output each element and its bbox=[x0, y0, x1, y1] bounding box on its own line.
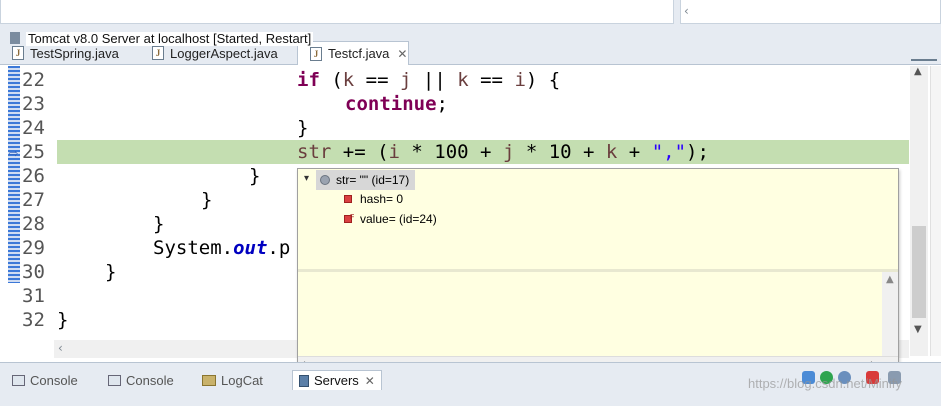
code-line-22: if (k == j || k == i) { bbox=[297, 69, 561, 91]
line-number: 22 bbox=[22, 69, 45, 91]
top-right-panel bbox=[680, 0, 941, 24]
tab-console-1[interactable]: Console bbox=[12, 370, 78, 390]
chevron-down-icon[interactable]: ▾ bbox=[304, 173, 309, 184]
field-label: value= (id=24) bbox=[360, 212, 437, 226]
editor-vertical-scrollbar[interactable]: ▲ ▼ bbox=[910, 66, 928, 356]
java-file-icon: J bbox=[310, 46, 322, 61]
watermark: https://blog.csdn.net/Minify bbox=[748, 376, 902, 391]
tab-servers[interactable]: Servers ✕ bbox=[292, 370, 382, 390]
tab-label: Testcf.java bbox=[328, 46, 390, 61]
tree-item-hash[interactable]: hash= 0 bbox=[344, 189, 403, 209]
tab-testcf[interactable]: J Testcf.java ✕ bbox=[297, 41, 409, 65]
instruction-pointer-icon: ⇨ bbox=[9, 147, 19, 160]
line-number: 25 bbox=[22, 141, 45, 163]
server-list-item[interactable]: Tomcat v8.0 Server at localhost [Started… bbox=[26, 32, 314, 46]
variable-inspect-popup[interactable]: ▾ str= "" (id=17) hash= 0 value= (id=24)… bbox=[297, 168, 899, 373]
line-number: 27 bbox=[22, 189, 45, 211]
detail-vertical-scrollbar[interactable]: ▲ bbox=[882, 272, 898, 356]
field-icon bbox=[344, 195, 352, 203]
scrollbar-thumb[interactable] bbox=[912, 226, 926, 318]
minimize-icon[interactable] bbox=[911, 41, 937, 61]
final-field-icon bbox=[344, 208, 354, 228]
console-icon bbox=[108, 374, 121, 386]
code-line-23: continue; bbox=[345, 93, 448, 115]
java-file-icon: J bbox=[152, 46, 164, 60]
java-file-icon: J bbox=[12, 46, 24, 60]
tab-console-2[interactable]: Console bbox=[108, 370, 174, 390]
tab-label: TestSpring.java bbox=[30, 45, 119, 61]
line-number: 28 bbox=[22, 213, 45, 235]
scroll-left-icon[interactable]: ‹ bbox=[684, 4, 689, 18]
servers-icon bbox=[299, 374, 309, 387]
scroll-down-icon[interactable]: ▼ bbox=[914, 324, 922, 335]
line-number: 30 bbox=[22, 261, 45, 283]
close-icon[interactable]: ✕ bbox=[365, 374, 375, 388]
tab-label: LoggerAspect.java bbox=[170, 45, 278, 61]
tab-logcat[interactable]: LogCat bbox=[202, 370, 263, 390]
variable-label: str= "" (id=17) bbox=[336, 173, 410, 187]
change-ruler bbox=[8, 66, 20, 283]
code-line-26: } bbox=[249, 165, 261, 187]
code-line-28: } bbox=[153, 213, 165, 235]
line-number: 31 bbox=[22, 285, 45, 307]
scroll-left-icon[interactable]: ‹ bbox=[58, 341, 63, 355]
tree-item-value[interactable]: value= (id=24) bbox=[344, 208, 437, 229]
console-icon bbox=[12, 374, 25, 386]
code-line-24: } bbox=[297, 117, 309, 139]
overview-ruler[interactable] bbox=[930, 66, 941, 356]
field-label: hash= 0 bbox=[360, 192, 404, 206]
top-left-panel bbox=[0, 0, 674, 24]
object-icon bbox=[320, 175, 330, 185]
code-line-30: } bbox=[105, 261, 117, 283]
line-number: 32 bbox=[22, 309, 45, 331]
line-number: 23 bbox=[22, 93, 45, 115]
line-number: 29 bbox=[22, 237, 45, 259]
line-number: 24 bbox=[22, 117, 45, 139]
close-icon[interactable]: ✕ bbox=[397, 47, 407, 61]
logcat-icon bbox=[202, 374, 216, 386]
scroll-up-icon[interactable]: ▲ bbox=[914, 66, 922, 77]
scroll-up-icon[interactable]: ▲ bbox=[886, 274, 894, 285]
code-line-27: } bbox=[201, 189, 213, 211]
line-number: 26 bbox=[22, 165, 45, 187]
tree-item-root[interactable]: str= "" (id=17) bbox=[316, 170, 416, 190]
code-line-29: System.out.p bbox=[153, 237, 291, 259]
server-icon bbox=[10, 32, 20, 44]
code-line-25: str += (i * 100 + j * 10 + k + ","); bbox=[297, 141, 709, 163]
detail-pane[interactable] bbox=[298, 272, 882, 356]
code-line-32: } bbox=[57, 309, 69, 331]
